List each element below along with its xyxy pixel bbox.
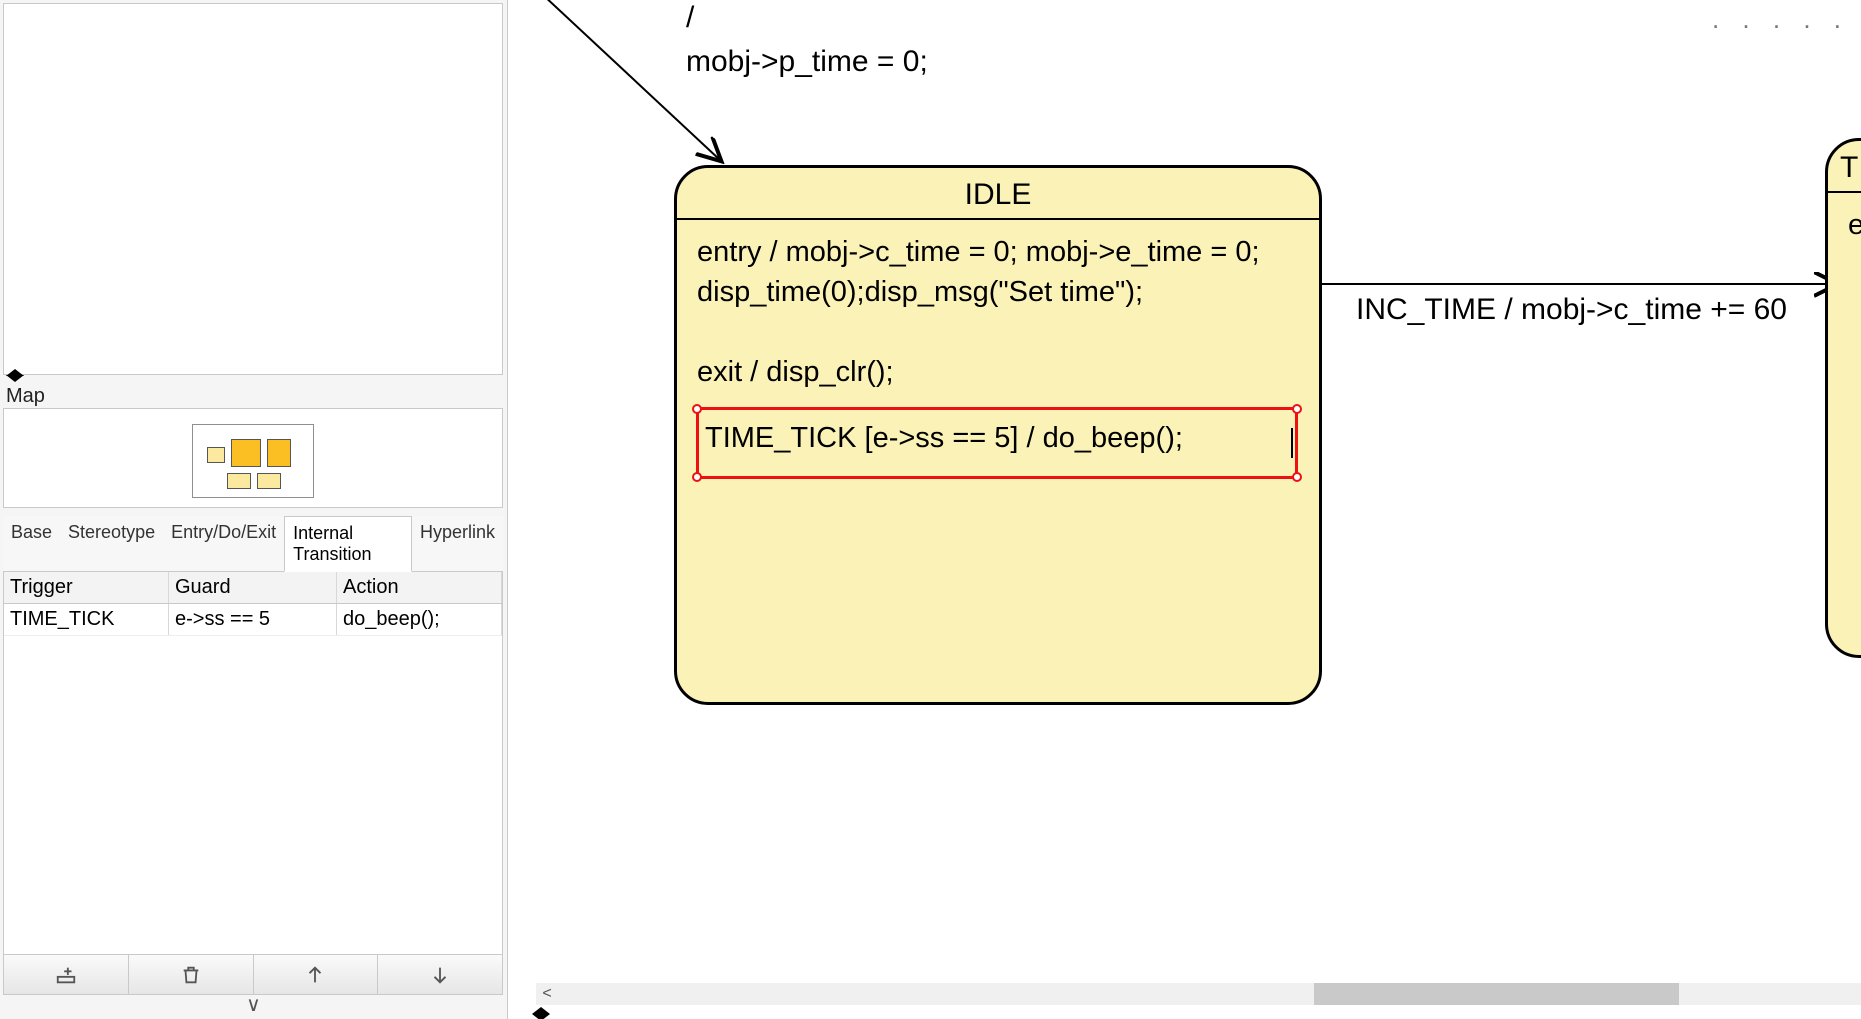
internal-transition-grid: Trigger Guard Action TIME_TICK e->ss == …: [3, 572, 503, 955]
diagram-canvas-container: . . . . . / mobj->p_time = 0; IDLE entry…: [518, 0, 1861, 1019]
map-panel-label: Map: [6, 385, 507, 408]
diagram-canvas[interactable]: . . . . . / mobj->p_time = 0; IDLE entry…: [536, 0, 1861, 985]
tree-panel[interactable]: [3, 3, 503, 375]
add-row-button[interactable]: [4, 955, 129, 994]
move-down-button[interactable]: [378, 955, 502, 994]
scroll-left-button[interactable]: <: [536, 985, 558, 1003]
horizontal-scrollbar[interactable]: <: [536, 983, 1861, 1005]
state-right-body: e: [1828, 193, 1861, 257]
arrow-up-icon: [304, 964, 326, 986]
cell-guard[interactable]: e->ss == 5: [169, 604, 337, 635]
selection-handle[interactable]: [692, 472, 702, 482]
minimap[interactable]: [192, 424, 314, 498]
selection-handle[interactable]: [1292, 404, 1302, 414]
property-tabs: Base Stereotype Entry/Do/Exit Internal T…: [3, 516, 503, 572]
selection-handle[interactable]: [692, 404, 702, 414]
properties-sidebar: Map Base Stereotype Entry/Do/Exit Intern…: [0, 0, 508, 1019]
panel-splitter[interactable]: [4, 368, 34, 382]
column-action[interactable]: Action: [337, 572, 502, 603]
internal-transition-editor[interactable]: TIME_TICK [e->ss == 5] / do_beep();: [696, 407, 1298, 479]
column-trigger[interactable]: Trigger: [4, 572, 169, 603]
scroll-track[interactable]: [558, 983, 1861, 1005]
state-right-title: TI: [1828, 141, 1861, 193]
idle-entry-line1: entry / mobj->c_time = 0; mobj->e_time =…: [697, 236, 1260, 268]
tab-internal-transition[interactable]: Internal Transition: [284, 516, 412, 572]
ruler-marks: . . . . .: [1712, 4, 1849, 35]
transition-inc-time-label[interactable]: INC_TIME / mobj->c_time += 60: [1356, 293, 1787, 327]
state-idle-body: entry / mobj->c_time = 0; mobj->e_time =…: [677, 220, 1319, 404]
add-icon: [55, 964, 77, 986]
internal-transition-text[interactable]: TIME_TICK [e->ss == 5] / do_beep();: [705, 422, 1183, 454]
canvas-bottom-splitter[interactable]: [532, 1007, 550, 1019]
cell-trigger[interactable]: TIME_TICK: [4, 604, 169, 635]
move-up-button[interactable]: [254, 955, 379, 994]
delete-row-button[interactable]: [129, 955, 254, 994]
selection-handle[interactable]: [1292, 472, 1302, 482]
tab-hyperlink[interactable]: Hyperlink: [412, 516, 503, 571]
grid-toolbar: [3, 955, 503, 995]
scroll-thumb[interactable]: [1314, 983, 1679, 1005]
initial-assignment: mobj->p_time = 0;: [686, 45, 928, 78]
table-row[interactable]: TIME_TICK e->ss == 5 do_beep();: [4, 604, 502, 636]
minimap-panel: [3, 408, 503, 508]
idle-entry-line2: disp_time(0);disp_msg("Set time");: [697, 276, 1143, 308]
column-guard[interactable]: Guard: [169, 572, 337, 603]
state-idle-title: IDLE: [677, 168, 1319, 220]
state-right-partial[interactable]: TI e: [1825, 138, 1861, 658]
idle-exit: exit / disp_clr();: [697, 356, 894, 388]
arrow-down-icon: [429, 964, 451, 986]
tab-entry-do-exit[interactable]: Entry/Do/Exit: [163, 516, 284, 571]
trash-icon: [180, 964, 202, 986]
tab-stereotype[interactable]: Stereotype: [60, 516, 163, 571]
grid-header: Trigger Guard Action: [4, 572, 502, 604]
initial-transition-action: / mobj->p_time = 0;: [686, 0, 928, 83]
initial-slash: /: [686, 1, 694, 34]
cell-action[interactable]: do_beep();: [337, 604, 502, 635]
collapse-sidebar-button[interactable]: ∨: [0, 995, 507, 1019]
tab-base[interactable]: Base: [3, 516, 60, 571]
